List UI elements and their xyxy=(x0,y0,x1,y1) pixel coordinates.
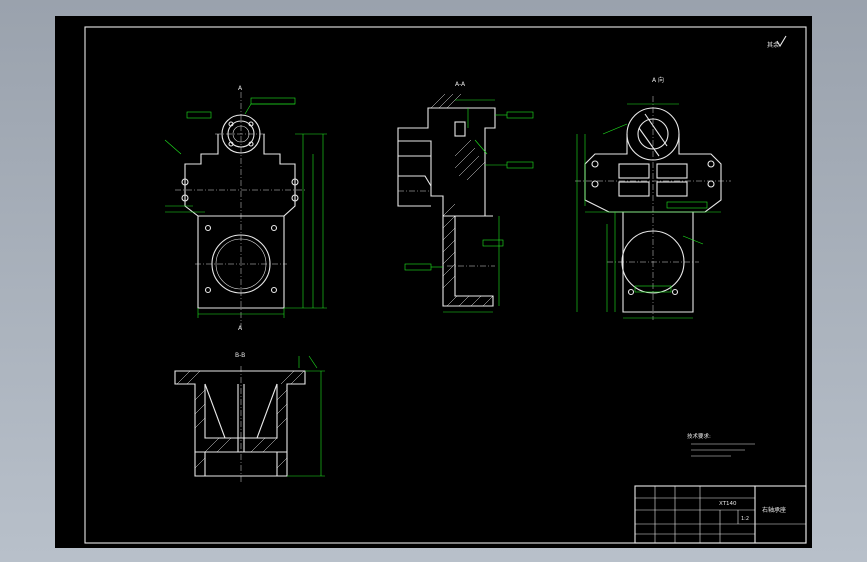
view-a: A 向 xyxy=(575,76,731,320)
drawing-canvas: 其余 A A A-A A 向 B-B 技术要求: XT140 右轴承座 1:2 xyxy=(84,26,807,544)
cutting-plane-label-top: A xyxy=(238,85,243,92)
tech-req-heading: 技术要求: xyxy=(687,432,711,440)
inner-border xyxy=(84,26,807,544)
title-block: XT140 右轴承座 1:2 xyxy=(634,485,807,544)
cutting-plane-label-bottom: A xyxy=(238,325,243,332)
section-hatching-bb xyxy=(176,370,305,469)
section-hatching-aa xyxy=(430,93,494,307)
section-aa-view: A-A xyxy=(397,81,534,313)
technical-requirements: 技术要求: xyxy=(687,432,755,457)
roughness-symbol-group: 其余 xyxy=(767,35,787,49)
cad-viewport[interactable]: 其余 A A A-A A 向 B-B 技术要求: XT140 右轴承座 1:2 xyxy=(0,0,867,562)
section-bb-title: B-B xyxy=(235,352,245,359)
section-aa-title: A-A xyxy=(455,81,466,88)
view-a-title: A 向 xyxy=(652,76,664,84)
title-block-scale: 1:2 xyxy=(741,516,749,522)
title-block-part-name: 右轴承座 xyxy=(762,506,786,514)
title-block-drawing-number: XT140 xyxy=(719,501,737,507)
drawing-sheet: 其余 A A A-A A 向 B-B 技术要求: XT140 右轴承座 1:2 xyxy=(55,16,812,548)
section-bb-view: B-B xyxy=(174,352,325,482)
front-view: A A xyxy=(164,85,327,332)
